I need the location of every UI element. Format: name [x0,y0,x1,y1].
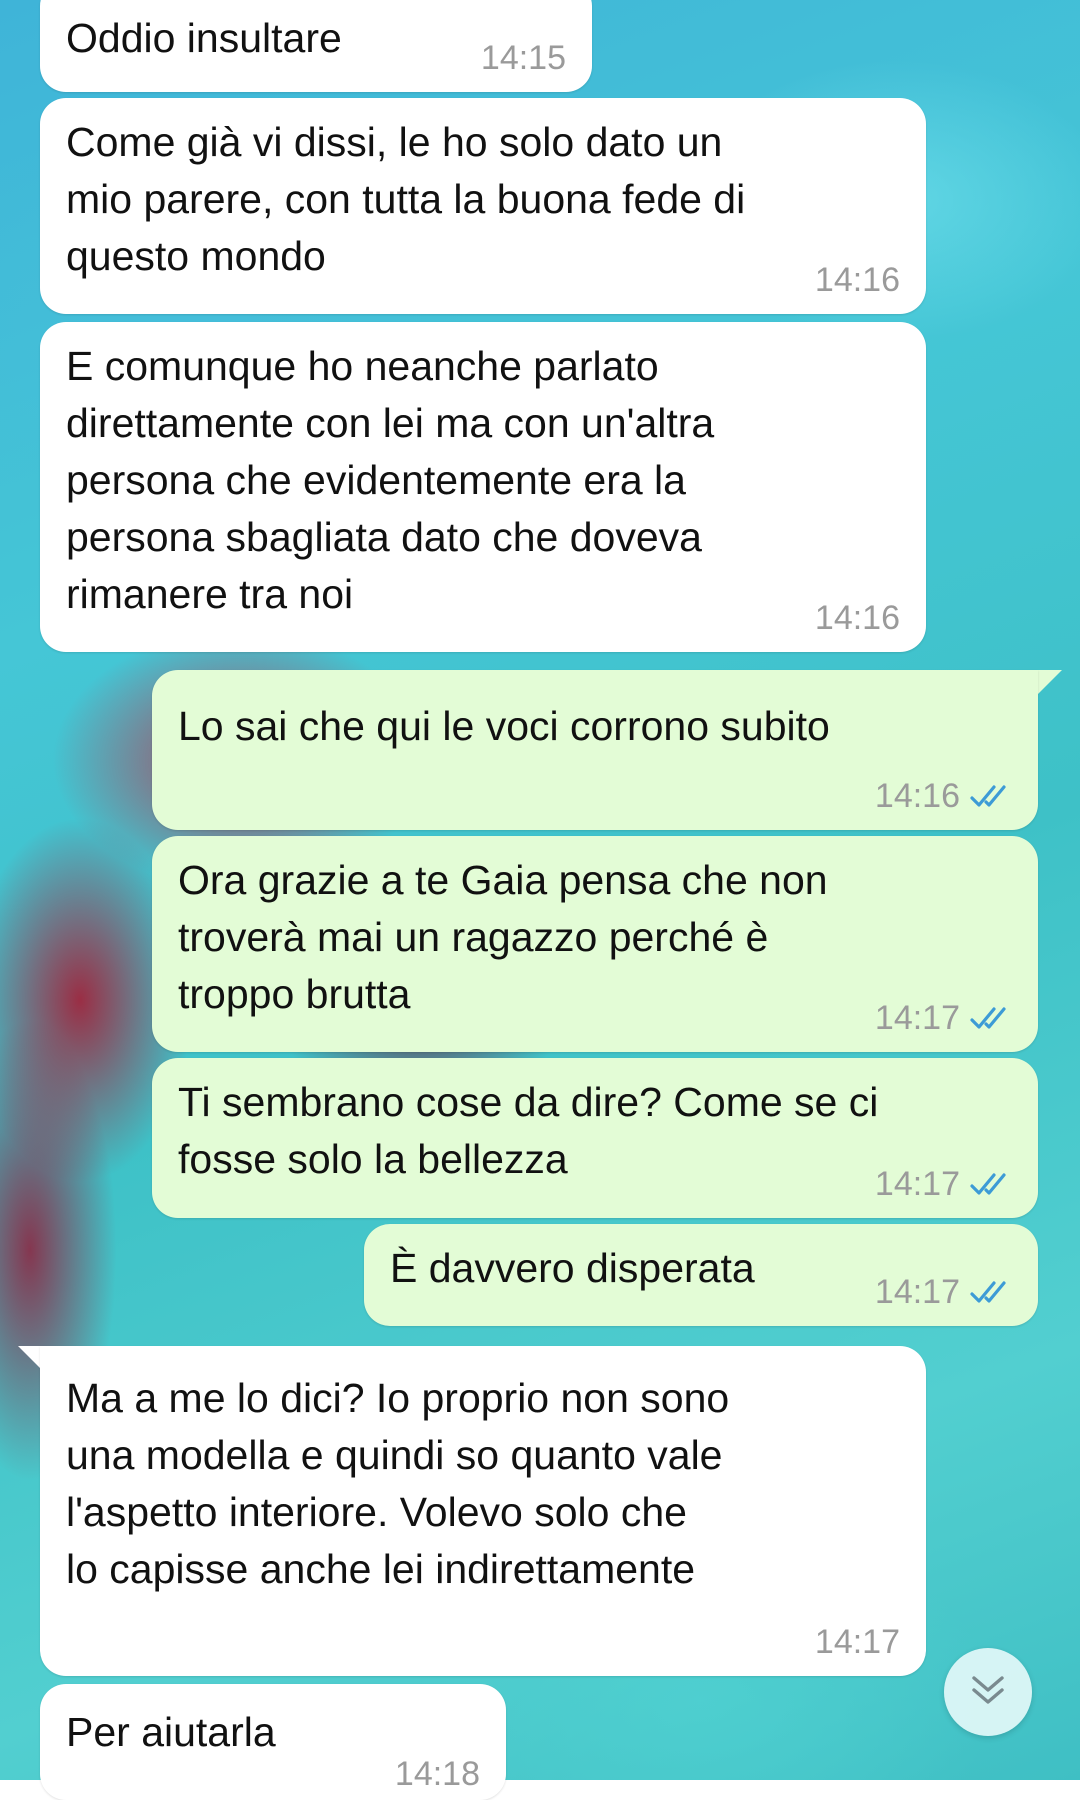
message-text: Oddio insultare [66,15,342,61]
chevron-double-down-icon [968,1672,1008,1713]
message-bubble-outgoing[interactable]: È davvero disperata 14:17 [364,1224,1038,1326]
message-text: Lo sai che qui le voci corrono subito [178,703,830,749]
message-time: 14:17 [814,1623,900,1661]
message-text: Per aiutarla [66,1709,276,1755]
message-bubble-outgoing[interactable]: Ora grazie a te Gaia pensa che non trove… [152,836,1038,1052]
message-text: Ora grazie a te Gaia pensa che non trove… [178,857,828,1017]
double-check-icon [970,1171,1012,1197]
bubble-tail [1034,670,1062,698]
message-text: Ma a me lo dici? Io proprio non sono una… [66,1375,730,1592]
message-time: 14:17 [874,1165,960,1203]
message-time: 14:15 [480,39,566,77]
message-bubble-outgoing[interactable]: Lo sai che qui le voci corrono subito 14… [152,670,1038,830]
message-time: 14:16 [874,777,960,815]
message-bubble-outgoing[interactable]: Ti sembrano cose da dire? Come se ci fos… [152,1058,1038,1218]
message-time: 14:16 [814,261,900,299]
double-check-icon [970,783,1012,809]
message-text: È davvero disperata [390,1245,755,1291]
message-bubble-incoming[interactable]: Ma a me lo dici? Io proprio non sono una… [40,1346,926,1676]
message-text: E comunque ho neanche parlato direttamen… [66,343,715,617]
message-text: Come già vi dissi, le ho solo dato un mi… [66,119,746,279]
message-time: 14:17 [874,1273,960,1311]
message-bubble-incoming[interactable]: Come già vi dissi, le ho solo dato un mi… [40,98,926,314]
double-check-icon [970,1005,1012,1031]
message-time: 14:18 [394,1755,480,1793]
message-bubble-incoming[interactable]: Oddio insultare 14:15 [40,0,592,92]
message-time: 14:16 [814,599,900,637]
message-bubble-incoming[interactable]: E comunque ho neanche parlato direttamen… [40,322,926,652]
message-bubble-incoming[interactable]: Per aiutarla 14:18 [40,1684,506,1800]
scroll-to-bottom-button[interactable] [944,1648,1032,1736]
message-time: 14:17 [874,999,960,1037]
message-text: Ti sembrano cose da dire? Come se ci fos… [178,1079,879,1182]
double-check-icon [970,1279,1012,1305]
